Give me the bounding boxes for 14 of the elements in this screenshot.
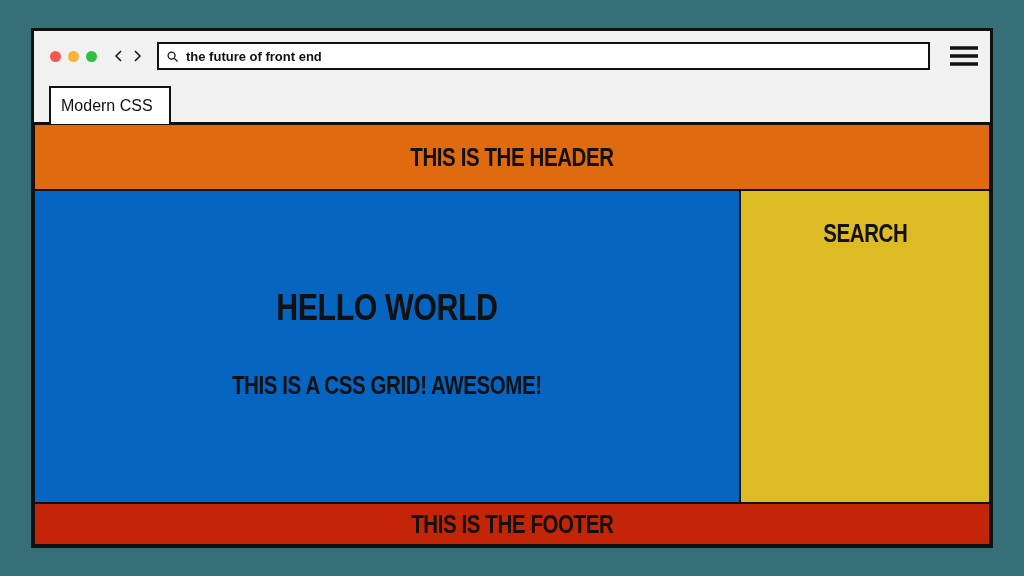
maximize-dot[interactable] <box>86 50 97 62</box>
main-title: HELLO WORLD <box>276 287 498 329</box>
menu-icon[interactable] <box>950 45 978 67</box>
forward-icon[interactable] <box>133 50 141 62</box>
address-bar[interactable]: the future of front end <box>157 42 930 70</box>
back-icon[interactable] <box>115 50 123 62</box>
header-text: THIS IS THE HEADER <box>410 142 614 172</box>
sidebar-title: SEARCH <box>822 219 908 248</box>
browser-tab[interactable]: Modern CSS <box>49 86 171 124</box>
main-text: THIS IS A CSS GRID! AWESOME! <box>232 371 542 400</box>
close-dot[interactable] <box>50 50 61 62</box>
search-icon <box>167 50 178 62</box>
minimize-dot[interactable] <box>68 50 79 62</box>
footer-text: THIS IS THE FOOTER <box>410 509 614 539</box>
